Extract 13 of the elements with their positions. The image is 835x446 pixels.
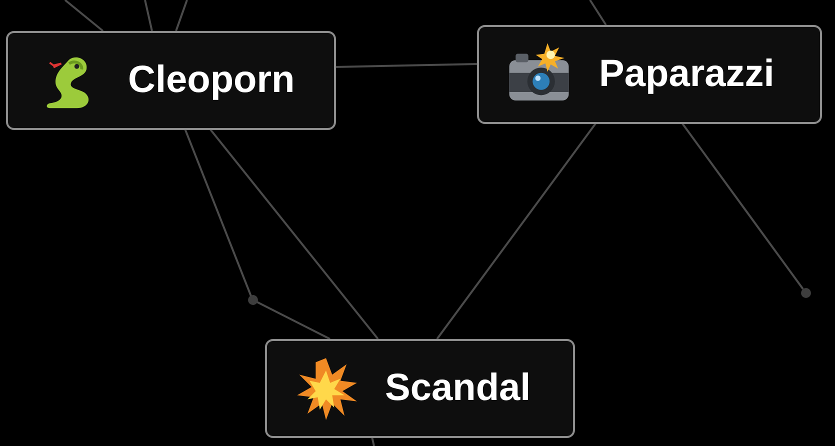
connector-line bbox=[175, 0, 188, 32]
element-label: Scandal bbox=[385, 367, 531, 410]
node-dot bbox=[248, 295, 258, 305]
element-card[interactable]: Scandal bbox=[265, 339, 575, 438]
node-dot bbox=[801, 288, 811, 298]
connector-line bbox=[144, 0, 153, 32]
element-card[interactable]: Paparazzi bbox=[477, 25, 822, 124]
element-label: Cleoporn bbox=[128, 59, 295, 102]
connector-line bbox=[371, 436, 375, 446]
element-label: Paparazzi bbox=[599, 53, 774, 96]
connector-line bbox=[589, 0, 607, 26]
connector-line bbox=[64, 0, 104, 32]
element-card[interactable]: Cleoporn bbox=[6, 31, 336, 130]
